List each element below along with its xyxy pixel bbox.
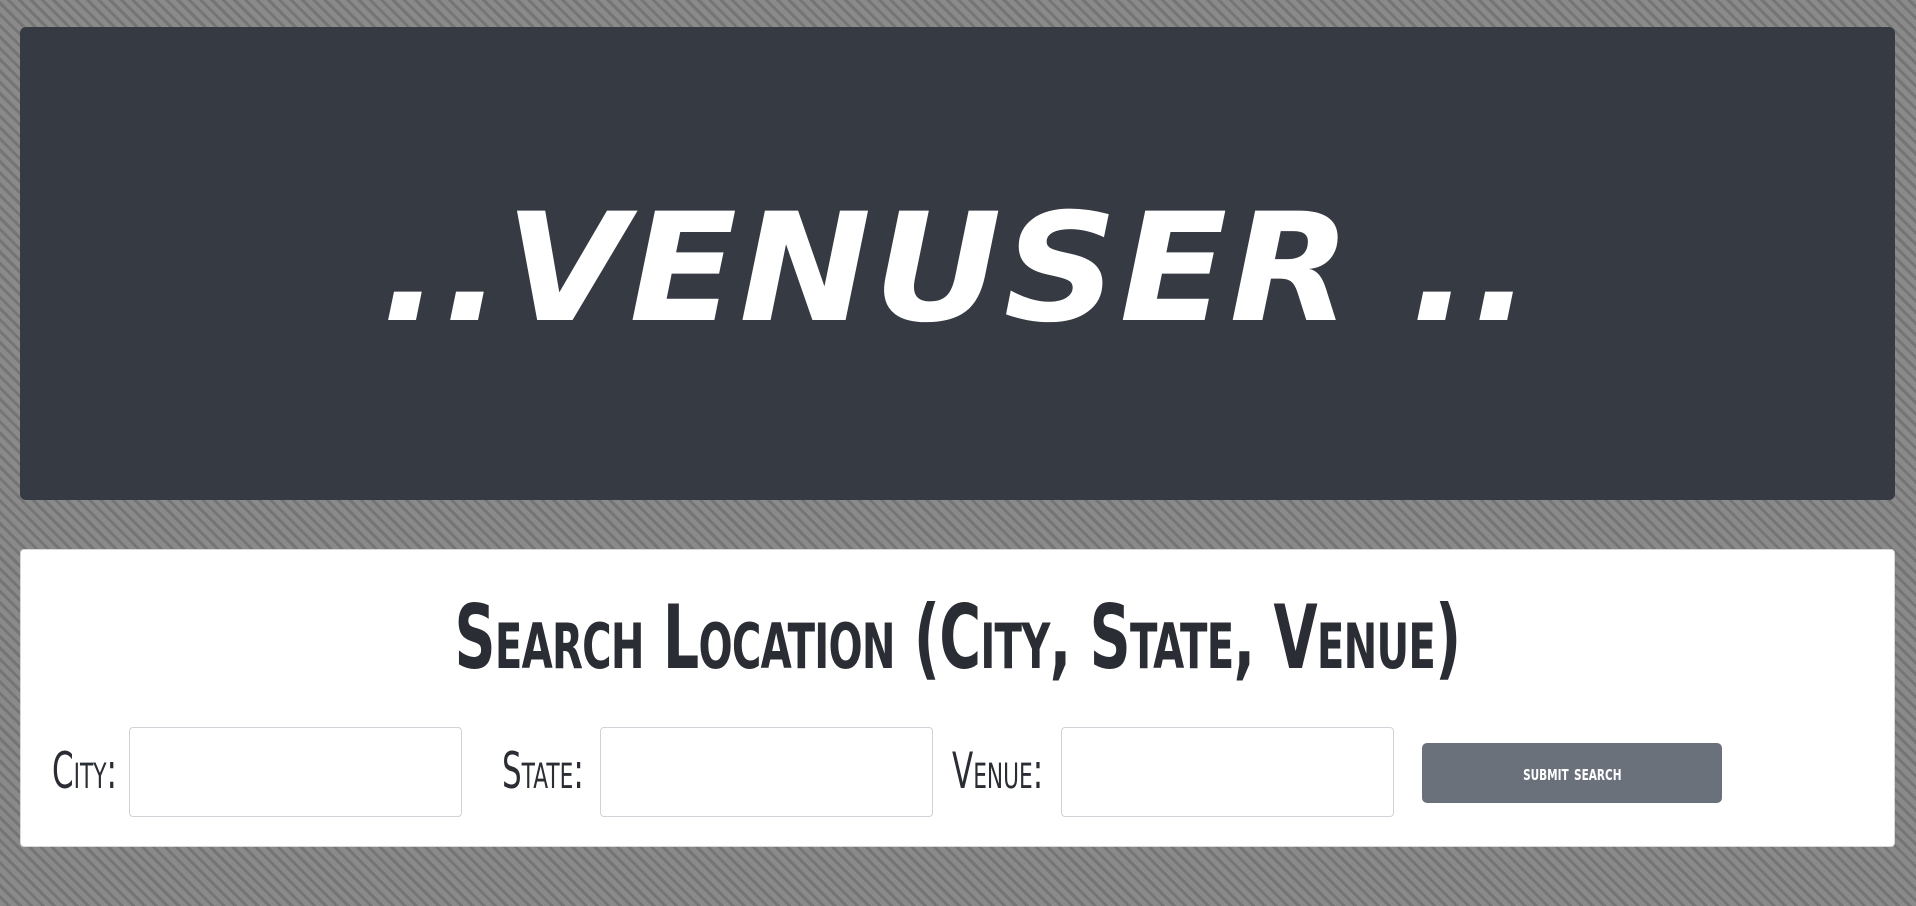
submit-search-button[interactable]: submit search — [1422, 743, 1722, 803]
site-title: ..VENUSER .. — [380, 180, 1535, 356]
search-heading: Search Location (City, State, Venue) — [454, 586, 1462, 689]
state-input[interactable] — [600, 727, 933, 817]
city-label: City: — [52, 742, 118, 800]
search-panel: Search Location (City, State, Venue) Cit… — [20, 549, 1895, 847]
state-label: State: — [502, 742, 584, 800]
venue-label: Venue: — [952, 742, 1044, 800]
city-input[interactable] — [129, 727, 462, 817]
submit-search-label: submit search — [1522, 760, 1622, 786]
venue-input[interactable] — [1061, 727, 1394, 817]
hero-banner: ..VENUSER .. — [20, 27, 1895, 500]
